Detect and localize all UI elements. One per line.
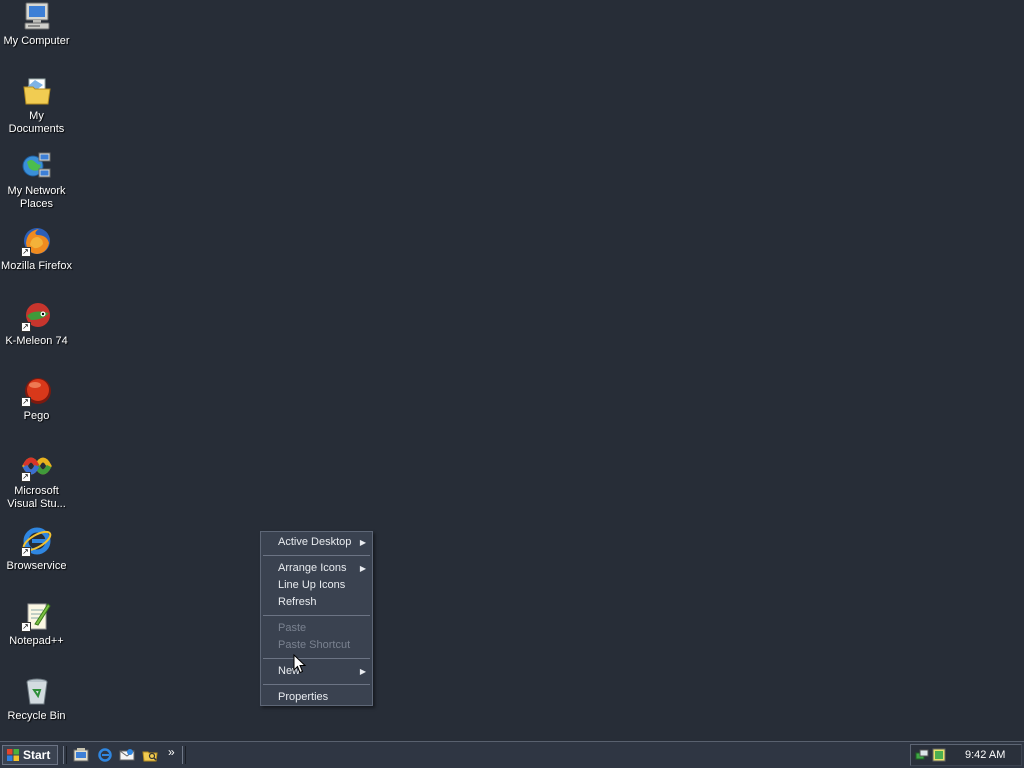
k-meleon-icon: ↗ <box>20 300 53 332</box>
desktop-icon-label: My Documents <box>8 110 65 135</box>
recycle-bin-icon <box>21 675 53 707</box>
quick-launch-show-desktop-icon[interactable] <box>73 747 89 763</box>
menu-item-refresh[interactable]: Refresh <box>261 594 372 611</box>
desktop-icon-label: Browservice <box>6 560 67 572</box>
start-button[interactable]: Start <box>2 745 58 765</box>
quick-launch-internet-explorer-icon[interactable] <box>97 747 113 763</box>
desktop-icon-my-network-places[interactable]: My Network Places <box>0 150 73 211</box>
internet-explorer-icon: ↗ <box>20 525 53 557</box>
shortcut-arrow-icon: ↗ <box>20 547 31 557</box>
submenu-arrow-icon: ▶ <box>359 564 366 573</box>
menu-item-paste: Paste <box>261 620 372 637</box>
shortcut-arrow-icon: ↗ <box>20 622 31 632</box>
start-label: Start <box>23 748 51 762</box>
desktop-icon-visual-studio[interactable]: ↗ Microsoft Visual Stu... <box>0 450 73 511</box>
taskbar-clock[interactable]: 9:42 AM <box>965 745 1005 765</box>
quick-launch-outlook-express-icon[interactable] <box>119 747 135 763</box>
taskbar: Start » 9:42 AM <box>0 741 1024 768</box>
desktop-icon-recycle-bin[interactable]: Recycle Bin <box>0 675 73 723</box>
desktop-icon-label: Pego <box>23 410 50 422</box>
menu-item-line-up-icons[interactable]: Line Up Icons <box>261 577 372 594</box>
menu-separator <box>263 615 370 616</box>
desktop-icon-my-computer[interactable]: My Computer <box>0 0 73 48</box>
pego-icon: ↗ <box>20 375 53 407</box>
menu-item-properties[interactable]: Properties <box>261 689 372 706</box>
toolbar-grip[interactable] <box>182 746 186 764</box>
tray-network-icon[interactable] <box>915 748 929 762</box>
system-tray: 9:42 AM <box>910 744 1022 766</box>
submenu-arrow-icon: ▶ <box>359 667 366 676</box>
menu-item-paste-shortcut: Paste Shortcut <box>261 637 372 654</box>
desktop-icon-label: Recycle Bin <box>7 710 66 722</box>
desktop-icon-label: Mozilla Firefox <box>1 260 72 272</box>
desktop-icon-label: Microsoft Visual Stu... <box>7 485 66 510</box>
mouse-cursor-icon <box>293 654 307 674</box>
menu-separator <box>263 658 370 659</box>
quick-launch-chevron[interactable]: » <box>168 745 175 759</box>
visual-studio-icon: ↗ <box>20 450 53 482</box>
submenu-arrow-icon: ▶ <box>359 538 366 547</box>
menu-item-new[interactable]: New ▶ <box>261 663 372 680</box>
notepad-plus-plus-icon: ↗ <box>20 600 53 632</box>
desktop-icon-mozilla-firefox[interactable]: ↗ Mozilla Firefox <box>0 225 73 273</box>
menu-item-label: Active Desktop <box>278 536 352 548</box>
desktop-icon-my-documents[interactable]: My Documents <box>0 75 73 136</box>
windows-logo-icon <box>7 749 19 761</box>
menu-item-label: Paste <box>278 622 307 634</box>
menu-item-label: Arrange Icons <box>278 562 347 574</box>
desktop-context-menu: Active Desktop ▶ Arrange Icons ▶ Line Up… <box>260 531 373 706</box>
desktop-icon-pego[interactable]: ↗ Pego <box>0 375 73 423</box>
shortcut-arrow-icon: ↗ <box>20 472 31 482</box>
menu-item-label: Properties <box>278 691 329 703</box>
menu-separator <box>263 555 370 556</box>
quick-launch-windows-explorer-icon[interactable] <box>142 747 158 763</box>
network-globe-icon <box>21 150 53 182</box>
desktop[interactable]: My Computer My Documents My Network Place… <box>0 0 1024 741</box>
desktop-icon-label: My Computer <box>3 35 70 47</box>
menu-item-label: Paste Shortcut <box>278 639 351 651</box>
tray-app-icon[interactable] <box>932 748 946 762</box>
menu-separator <box>263 684 370 685</box>
documents-folder-icon <box>21 75 53 107</box>
my-computer-icon <box>21 0 53 32</box>
shortcut-arrow-icon: ↗ <box>20 247 31 257</box>
menu-item-active-desktop[interactable]: Active Desktop ▶ <box>261 534 372 551</box>
desktop-icon-label: My Network Places <box>7 185 66 210</box>
shortcut-arrow-icon: ↗ <box>20 322 31 332</box>
menu-item-label: Refresh <box>278 596 317 608</box>
menu-item-label: Line Up Icons <box>278 579 346 591</box>
menu-item-arrange-icons[interactable]: Arrange Icons ▶ <box>261 560 372 577</box>
firefox-icon: ↗ <box>20 225 53 257</box>
toolbar-grip[interactable] <box>63 746 67 764</box>
desktop-icon-notepad-plus-plus[interactable]: ↗ Notepad++ <box>0 600 73 648</box>
desktop-icon-label: K-Meleon 74 <box>5 335 68 347</box>
shortcut-arrow-icon: ↗ <box>20 397 31 407</box>
desktop-icon-browservice[interactable]: ↗ Browservice <box>0 525 73 573</box>
desktop-icon-k-meleon[interactable]: ↗ K-Meleon 74 <box>0 300 73 348</box>
desktop-icon-label: Notepad++ <box>9 635 64 647</box>
